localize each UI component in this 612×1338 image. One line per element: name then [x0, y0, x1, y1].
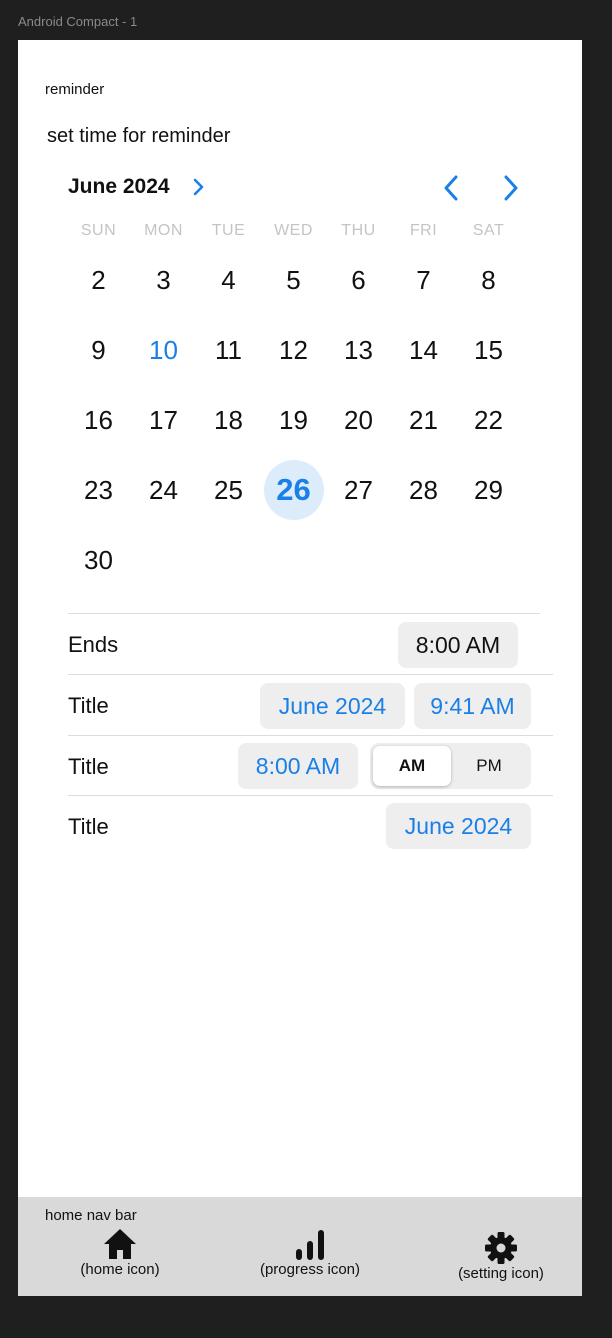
calendar-day[interactable]: 19	[261, 385, 326, 455]
weekday-label: SUN	[80, 222, 117, 239]
ends-label: Ends	[68, 632, 119, 657]
month-year-label[interactable]: June 2024	[68, 175, 170, 199]
time-picker-button[interactable]: 9:41 AM	[414, 683, 531, 729]
calendar-day[interactable]: 28	[391, 455, 456, 525]
weekday-label: THU	[341, 222, 376, 239]
calendar-day-selected[interactable]: 26	[261, 455, 326, 525]
chevron-right-icon[interactable]	[500, 174, 522, 202]
chevron-left-icon[interactable]	[440, 174, 462, 202]
calendar-days-grid: 2 3 4 5 6 7 8 9 10 11 12 13 14 15 16 17 18 19 20 21 22 23 24 25…	[66, 245, 521, 595]
calendar-day[interactable]: 22	[456, 385, 521, 455]
nav-bar-label: home nav bar	[45, 1207, 137, 1224]
nav-progress[interactable]: (progress icon)	[250, 1227, 370, 1278]
calendar-day[interactable]: 21	[391, 385, 456, 455]
nav-settings[interactable]: (setting icon)	[446, 1231, 556, 1282]
pm-toggle[interactable]: PM	[450, 746, 528, 786]
calendar-day[interactable]: 9	[66, 315, 131, 385]
frame-label: Android Compact - 1	[18, 14, 138, 29]
row-title-label: Title	[68, 814, 109, 839]
row-title-label: Title	[68, 693, 109, 718]
home-icon	[70, 1227, 170, 1261]
nav-settings-label: (setting icon)	[458, 1265, 544, 1282]
screen-label: reminder	[45, 81, 105, 98]
calendar-day[interactable]: 6	[326, 245, 391, 315]
ends-row: Ends 8:00 AM	[68, 613, 540, 673]
nav-home[interactable]: (home icon)	[70, 1227, 170, 1278]
calendar-day-today[interactable]: 10	[131, 315, 196, 385]
calendar-day[interactable]: 12	[261, 315, 326, 385]
calendar-day[interactable]: 15	[456, 315, 521, 385]
calendar-day[interactable]: 30	[66, 525, 131, 595]
calendar-day[interactable]: 11	[196, 315, 261, 385]
calendar-day[interactable]: 13	[326, 315, 391, 385]
weekday-label: MON	[144, 222, 183, 239]
weekday-label: TUE	[211, 222, 246, 239]
weekday-label: FRI	[409, 222, 438, 239]
calendar-day[interactable]: 3	[131, 245, 196, 315]
weekday-label: WED	[274, 222, 313, 239]
gear-icon	[446, 1231, 556, 1265]
page-title: set time for reminder	[47, 125, 231, 147]
title-row-date-time: Title June 2024 9:41 AM	[68, 674, 553, 734]
weekday-label: SAT	[472, 222, 505, 239]
chevron-right-icon[interactable]	[192, 177, 206, 197]
bottom-nav-bar: home nav bar (home icon) (progress icon)	[18, 1197, 582, 1296]
calendar-day[interactable]: 2	[66, 245, 131, 315]
calendar-header: June 2024	[68, 172, 528, 202]
calendar-day[interactable]: 24	[131, 455, 196, 525]
weekday-header: SUN MON TUE WED THU FRI SAT	[66, 222, 521, 244]
calendar-day[interactable]: 5	[261, 245, 326, 315]
bar-chart-icon	[250, 1227, 370, 1261]
calendar-day[interactable]: 8	[456, 245, 521, 315]
calendar-day[interactable]: 4	[196, 245, 261, 315]
calendar-day[interactable]: 29	[456, 455, 521, 525]
calendar-day[interactable]: 16	[66, 385, 131, 455]
row-title-label: Title	[68, 754, 109, 779]
calendar-day[interactable]: 27	[326, 455, 391, 525]
date-picker-button[interactable]: June 2024	[386, 803, 531, 849]
title-row-time-period: Title 8:00 AM AM PM	[68, 735, 553, 795]
calendar-day[interactable]: 25	[196, 455, 261, 525]
time-picker-button[interactable]: 8:00 AM	[238, 743, 358, 789]
calendar-day[interactable]: 23	[66, 455, 131, 525]
app-screen: reminder set time for reminder June 2024…	[18, 40, 582, 1296]
calendar-day[interactable]: 18	[196, 385, 261, 455]
ends-time-button[interactable]: 8:00 AM	[398, 622, 518, 668]
calendar-day[interactable]: 7	[391, 245, 456, 315]
calendar-day[interactable]: 17	[131, 385, 196, 455]
am-toggle[interactable]: AM	[373, 746, 451, 786]
nav-home-label: (home icon)	[80, 1261, 160, 1278]
date-picker-button[interactable]: June 2024	[260, 683, 405, 729]
calendar-day[interactable]: 20	[326, 385, 391, 455]
title-row-date: Title June 2024	[68, 795, 553, 855]
am-pm-segmented-control: AM PM	[370, 743, 531, 789]
calendar-day[interactable]: 14	[391, 315, 456, 385]
selected-day-highlight: 26	[263, 460, 324, 520]
nav-progress-label: (progress icon)	[259, 1261, 361, 1278]
